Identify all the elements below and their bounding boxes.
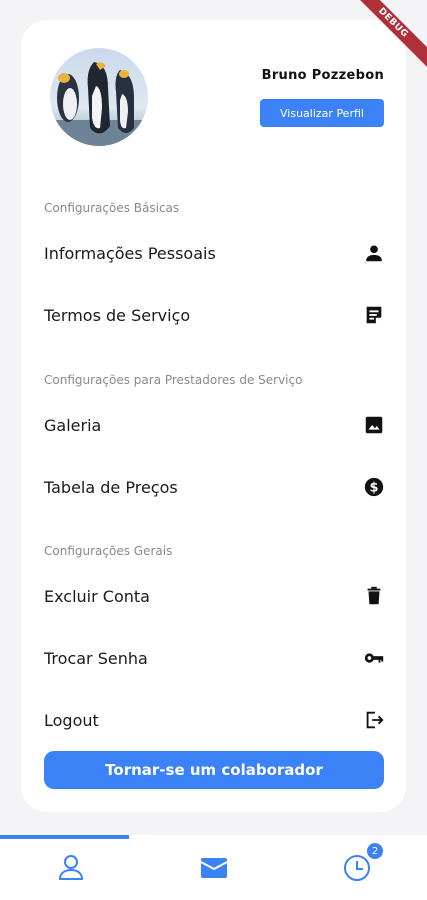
settings-card: Bruno Pozzebon Visualizar Perfil Configu… — [21, 20, 406, 812]
logout-icon — [362, 708, 386, 732]
menu-item-label: Termos de Serviço — [44, 305, 191, 325]
menu-item-change-password[interactable]: Trocar Senha — [44, 638, 386, 678]
view-profile-button[interactable]: Visualizar Perfil — [260, 99, 384, 127]
menu-item-label: Galeria — [44, 415, 102, 435]
menu-item-prices[interactable]: Tabela de Preços $ — [44, 467, 386, 507]
menu-item-label: Logout — [44, 710, 99, 730]
section-basic-settings: Configurações Básicas — [44, 201, 180, 215]
become-collaborator-button[interactable]: Tornar-se um colaborador — [44, 751, 384, 789]
menu-item-label: Informações Pessoais — [44, 243, 216, 263]
avatar[interactable] — [50, 48, 148, 146]
menu-item-gallery[interactable]: Galeria — [44, 405, 386, 445]
menu-item-label: Trocar Senha — [44, 648, 148, 668]
nav-services-tab[interactable] — [197, 850, 231, 884]
profile-name: Bruno Pozzebon — [261, 68, 384, 83]
section-provider-settings: Configurações para Prestadores de Serviç… — [44, 373, 303, 387]
person-outline-icon — [58, 855, 84, 880]
active-tab-indicator — [0, 835, 129, 839]
nav-history-tab[interactable]: 2 — [340, 842, 384, 884]
penguins-photo — [50, 48, 148, 146]
nav-profile-tab[interactable] — [54, 850, 88, 884]
svg-text:$: $ — [370, 481, 379, 496]
notification-badge: 2 — [366, 842, 384, 860]
person-icon — [362, 241, 386, 265]
menu-item-delete-account[interactable]: Excluir Conta — [44, 576, 386, 616]
sticky-note-icon — [362, 303, 386, 327]
trash-icon — [362, 584, 386, 608]
briefcase-icon — [200, 858, 228, 878]
menu-item-personal-info[interactable]: Informações Pessoais — [44, 233, 386, 273]
menu-item-label: Tabela de Preços — [44, 477, 178, 497]
menu-item-label: Excluir Conta — [44, 586, 150, 606]
menu-item-logout[interactable]: Logout — [44, 700, 386, 740]
dollar-circle-icon: $ — [362, 475, 386, 499]
menu-item-terms[interactable]: Termos de Serviço — [44, 295, 386, 335]
image-icon — [362, 413, 386, 437]
key-icon — [362, 646, 386, 670]
section-general-settings: Configurações Gerais — [44, 544, 173, 558]
